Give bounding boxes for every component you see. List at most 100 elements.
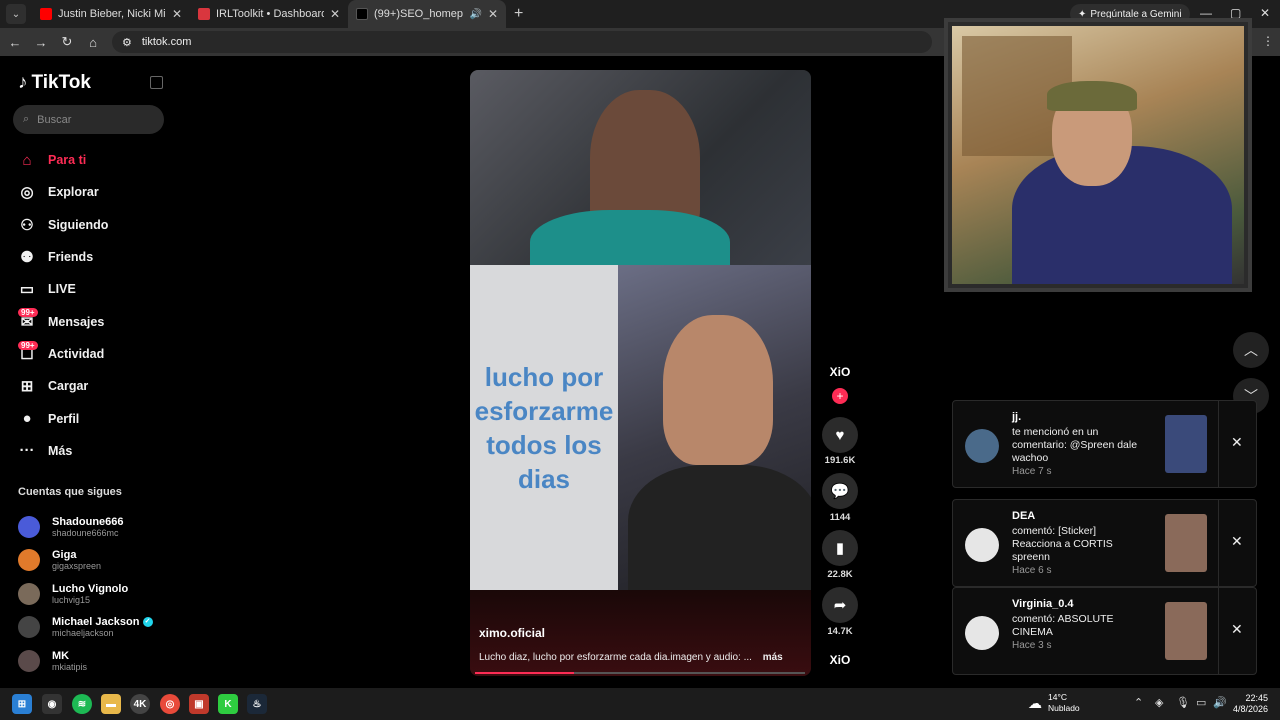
nav-item-friends[interactable]: ⚉ Friends: [18, 241, 178, 273]
video-top-frame: [470, 70, 811, 290]
search-icon: ⌕: [23, 113, 30, 125]
account-item[interactable]: Shadoune666 shadoune666mc: [18, 510, 153, 544]
weather-widget[interactable]: ☁ 14°C Nublado: [1028, 692, 1080, 714]
security-icon[interactable]: ◈: [1155, 696, 1163, 709]
account-item[interactable]: Lucho Vignolo luchvig15: [18, 577, 153, 611]
nav-item-cargar[interactable]: ⊞ Cargar: [18, 370, 178, 402]
sidebar: ♪ TikTok ⌕ Buscar ⌂ Para ti ◎ Explorar ⚇…: [0, 56, 180, 688]
menu-icon[interactable]: ⋮: [1262, 34, 1274, 48]
windows-start-icon[interactable]: ⊞: [12, 694, 32, 714]
nav-item-mas[interactable]: ··· Más: [18, 435, 178, 467]
file-explorer-icon[interactable]: ▬: [101, 694, 121, 714]
video-author[interactable]: ximo.oficial: [479, 626, 545, 640]
4k-app-icon[interactable]: 4K: [130, 694, 150, 714]
close-icon[interactable]: ✕: [488, 7, 498, 21]
steam-icon[interactable]: ♨: [247, 694, 267, 714]
music-disc[interactable]: XiO: [820, 653, 860, 667]
comment-count: 1144: [829, 512, 851, 523]
divider: [1218, 401, 1219, 487]
notification-message: comentó: ABSOLUTE CINEMA: [1012, 613, 1114, 638]
obs-icon[interactable]: ◉: [42, 694, 62, 714]
collapse-sidebar-icon[interactable]: [150, 76, 163, 89]
volume-icon[interactable]: 🔊: [1213, 696, 1227, 709]
browser-tab-2[interactable]: IRLToolkit • Dashboard ✕: [190, 0, 348, 28]
notification-card[interactable]: DEA comentó: [Sticker] Reacciona a CORTI…: [952, 499, 1257, 587]
microphone-icon[interactable]: 🎙: [1176, 696, 1190, 709]
cloud-icon: ☁: [1028, 694, 1042, 711]
nav-label: LIVE: [48, 282, 76, 297]
account-item[interactable]: Michael Jackson ✓ michaeljackson: [18, 611, 153, 645]
tab-search-icon[interactable]: ⌄: [6, 4, 26, 24]
more-icon: ···: [19, 442, 35, 460]
video-progress-bar[interactable]: [475, 672, 805, 674]
video-app-icon[interactable]: ▣: [189, 694, 209, 714]
progress-fill: [475, 672, 574, 674]
url-field[interactable]: ⚙ tiktok.com: [112, 31, 932, 53]
account-item[interactable]: Giga gigaxspreen: [18, 544, 153, 578]
account-item[interactable]: MK mkiatipis: [18, 644, 153, 678]
logo-text: TikTok: [31, 72, 91, 93]
close-icon[interactable]: ✕: [1231, 533, 1243, 550]
nav-item-perfil[interactable]: ● Perfil: [18, 402, 178, 434]
messages-badge: 99+: [18, 308, 38, 318]
avatar: [965, 616, 999, 650]
browser-tab-3[interactable]: (99+)SEO_homepage_title 🔊 ✕: [348, 0, 506, 28]
chevron-up-icon[interactable]: ⌃: [1134, 696, 1143, 709]
notification-time: Hace 3 s: [1012, 640, 1052, 651]
user-follow-icon: ⚇: [20, 216, 34, 234]
nav-item-siguiendo[interactable]: ⚇ Siguiendo: [18, 209, 178, 241]
like-button[interactable]: ♥: [822, 417, 858, 453]
account-name: Michael Jackson: [52, 616, 140, 629]
close-icon[interactable]: ✕: [172, 7, 182, 21]
nav-item-live[interactable]: ▭ LIVE: [18, 273, 178, 305]
close-icon[interactable]: ✕: [1231, 434, 1243, 451]
close-icon[interactable]: ✕: [330, 7, 340, 21]
creator-avatar[interactable]: XiO: [820, 365, 860, 379]
avatar: [18, 649, 40, 672]
reload-icon[interactable]: ↻: [56, 34, 78, 50]
video-player[interactable]: lucho por esforzarme todos los dias ximo…: [470, 70, 811, 676]
chrome-icon[interactable]: ◎: [160, 694, 180, 714]
share-button[interactable]: ➦: [822, 587, 858, 623]
nav-item-mensajes[interactable]: ✉ 99+ Mensajes: [18, 305, 178, 337]
nav-label: Más: [48, 443, 73, 458]
url-text: tiktok.com: [141, 36, 192, 48]
system-clock[interactable]: 22:45 4/8/2026: [1228, 693, 1268, 715]
back-icon[interactable]: ←: [4, 35, 26, 50]
search-input[interactable]: ⌕ Buscar: [13, 105, 164, 134]
close-icon[interactable]: ✕: [1231, 621, 1243, 638]
nav-item-para-ti[interactable]: ⌂ Para ti: [18, 144, 178, 176]
tiktok-note-icon: ♪: [18, 72, 28, 93]
notification-card[interactable]: jj. te mencionó en un comentario: @Spree…: [952, 400, 1257, 488]
new-tab-icon[interactable]: +: [514, 5, 523, 23]
irltoolkit-icon: [198, 8, 210, 20]
tiktok-logo[interactable]: ♪ TikTok: [18, 72, 91, 94]
kick-icon[interactable]: K: [218, 694, 238, 714]
clock-date: 4/8/2026: [1232, 704, 1268, 714]
divider: [1218, 500, 1219, 586]
close-window-icon[interactable]: ✕: [1260, 6, 1270, 20]
nav-label: Mensajes: [48, 314, 105, 329]
follow-plus-icon[interactable]: +: [832, 388, 848, 404]
avatar: [18, 616, 40, 639]
nav-item-actividad[interactable]: ☐ 99+ Actividad: [18, 338, 178, 370]
comment-button[interactable]: 💬: [822, 473, 858, 509]
site-info-icon[interactable]: ⚙: [122, 36, 132, 49]
notification-card[interactable]: Virginia_0.4 comentó: ABSOLUTE CINEMA Ha…: [952, 587, 1257, 675]
home-button-icon[interactable]: ⌂: [82, 35, 104, 50]
following-header: Cuentas que sigues: [18, 486, 122, 498]
nav-item-explorar[interactable]: ◎ Explorar: [18, 176, 178, 208]
audio-icon[interactable]: 🔊: [469, 9, 481, 20]
previous-video-button[interactable]: ︿: [1233, 332, 1269, 368]
forward-icon[interactable]: →: [30, 35, 52, 50]
video-bottom-frame: [618, 265, 811, 605]
notification-message: comentó: [Sticker] Reacciona a CORTIS sp…: [1012, 525, 1113, 563]
display-icon[interactable]: ▭: [1196, 696, 1206, 709]
notification-text: te mencionó en un comentario: @Spreen da…: [1012, 426, 1142, 479]
player-figure: [663, 315, 773, 465]
spotify-icon[interactable]: ≋: [72, 694, 92, 714]
browser-tab-1[interactable]: Justin Bieber, Nicki Minaj - Bea ✕: [32, 0, 190, 28]
more-link[interactable]: más: [763, 652, 783, 663]
description-text: Lucho diaz, lucho por esforzarme cada di…: [479, 652, 752, 663]
save-button[interactable]: ▮: [822, 530, 858, 566]
